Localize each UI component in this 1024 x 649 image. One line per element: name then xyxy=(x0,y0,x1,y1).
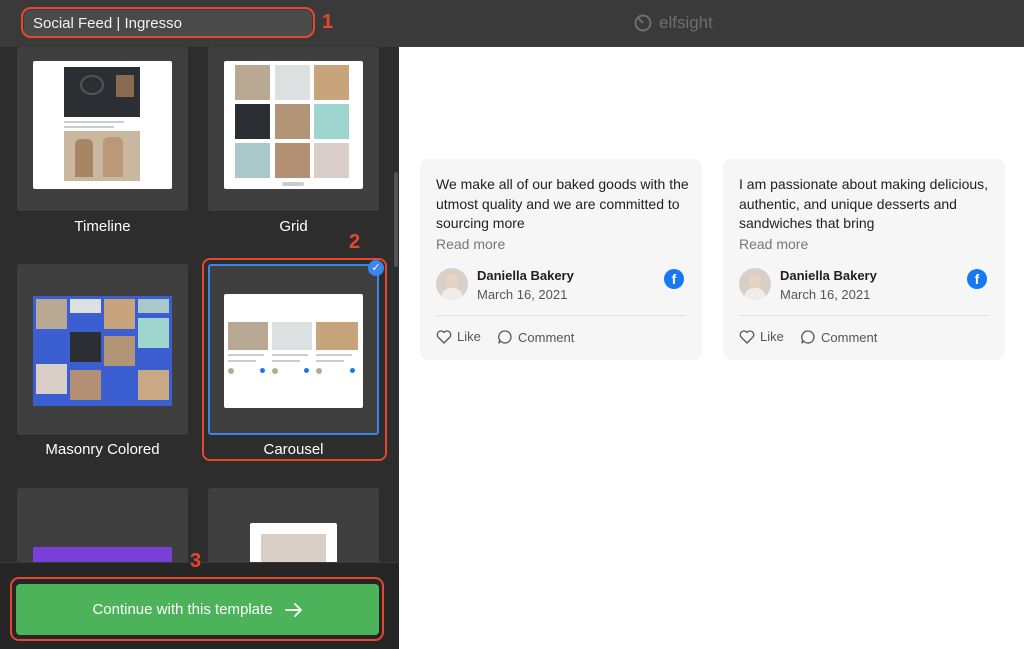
post-author[interactable]: Daniella Bakery xyxy=(477,268,574,283)
template-thumbnail xyxy=(33,61,172,189)
template-card-timeline[interactable]: Timeline xyxy=(17,47,188,235)
read-more-link[interactable]: Read more xyxy=(436,236,505,252)
template-label: Timeline xyxy=(74,218,131,235)
divider xyxy=(436,315,686,316)
brand-logo: elfsight xyxy=(633,12,713,34)
top-bar: elfsight xyxy=(0,0,1024,47)
template-thumbnail xyxy=(224,61,363,189)
post-author[interactable]: Daniella Bakery xyxy=(780,268,877,283)
comment-button[interactable]: Comment xyxy=(800,329,877,345)
facebook-icon[interactable]: f xyxy=(967,269,987,289)
post-card: We make all of our baked goods with the … xyxy=(420,159,702,360)
widget-name-input[interactable] xyxy=(24,10,312,37)
comment-button[interactable]: Comment xyxy=(497,329,574,345)
template-label: Carousel xyxy=(263,441,324,458)
comment-label: Comment xyxy=(518,329,575,345)
post-text: I am passionate about making delicious, … xyxy=(739,176,989,232)
post-date: March 16, 2021 xyxy=(477,287,568,302)
template-label: Masonry Colored xyxy=(45,441,160,458)
template-card-carousel[interactable]: ✓ Carousel xyxy=(208,260,384,458)
read-more-link[interactable]: Read more xyxy=(739,236,808,252)
like-label: Like xyxy=(457,329,481,344)
arrow-right-icon xyxy=(284,602,302,617)
post-card: I am passionate about making delicious, … xyxy=(723,159,1005,360)
template-card-masonry-colored[interactable]: Masonry Colored xyxy=(17,264,188,458)
selected-check-icon: ✓ xyxy=(368,260,384,276)
heart-icon xyxy=(436,329,452,344)
template-card-grid[interactable]: Grid xyxy=(208,47,379,235)
comment-icon xyxy=(801,330,815,344)
template-thumbnail xyxy=(224,294,363,408)
post-text: We make all of our baked goods with the … xyxy=(436,176,689,232)
callout-number-2: 2 xyxy=(349,231,361,253)
continue-button[interactable]: Continue with this template xyxy=(16,584,379,635)
like-label: Like xyxy=(760,329,784,344)
callout-number-3: 3 xyxy=(190,550,202,572)
brand-name: elfsight xyxy=(659,13,713,32)
post-date: March 16, 2021 xyxy=(780,287,871,302)
avatar xyxy=(739,268,771,300)
like-button[interactable]: Like xyxy=(436,329,481,344)
divider xyxy=(739,315,989,316)
like-button[interactable]: Like xyxy=(739,329,784,344)
avatar xyxy=(436,268,468,300)
scrollbar[interactable] xyxy=(394,172,398,267)
facebook-icon[interactable]: f xyxy=(664,269,684,289)
comment-icon xyxy=(498,330,512,344)
callout-number-1: 1 xyxy=(322,11,334,33)
continue-label: Continue with this template xyxy=(92,601,273,618)
template-thumbnail xyxy=(33,296,172,406)
heart-icon xyxy=(739,329,755,344)
elfsight-logo-icon xyxy=(634,14,652,32)
comment-label: Comment xyxy=(821,329,878,345)
